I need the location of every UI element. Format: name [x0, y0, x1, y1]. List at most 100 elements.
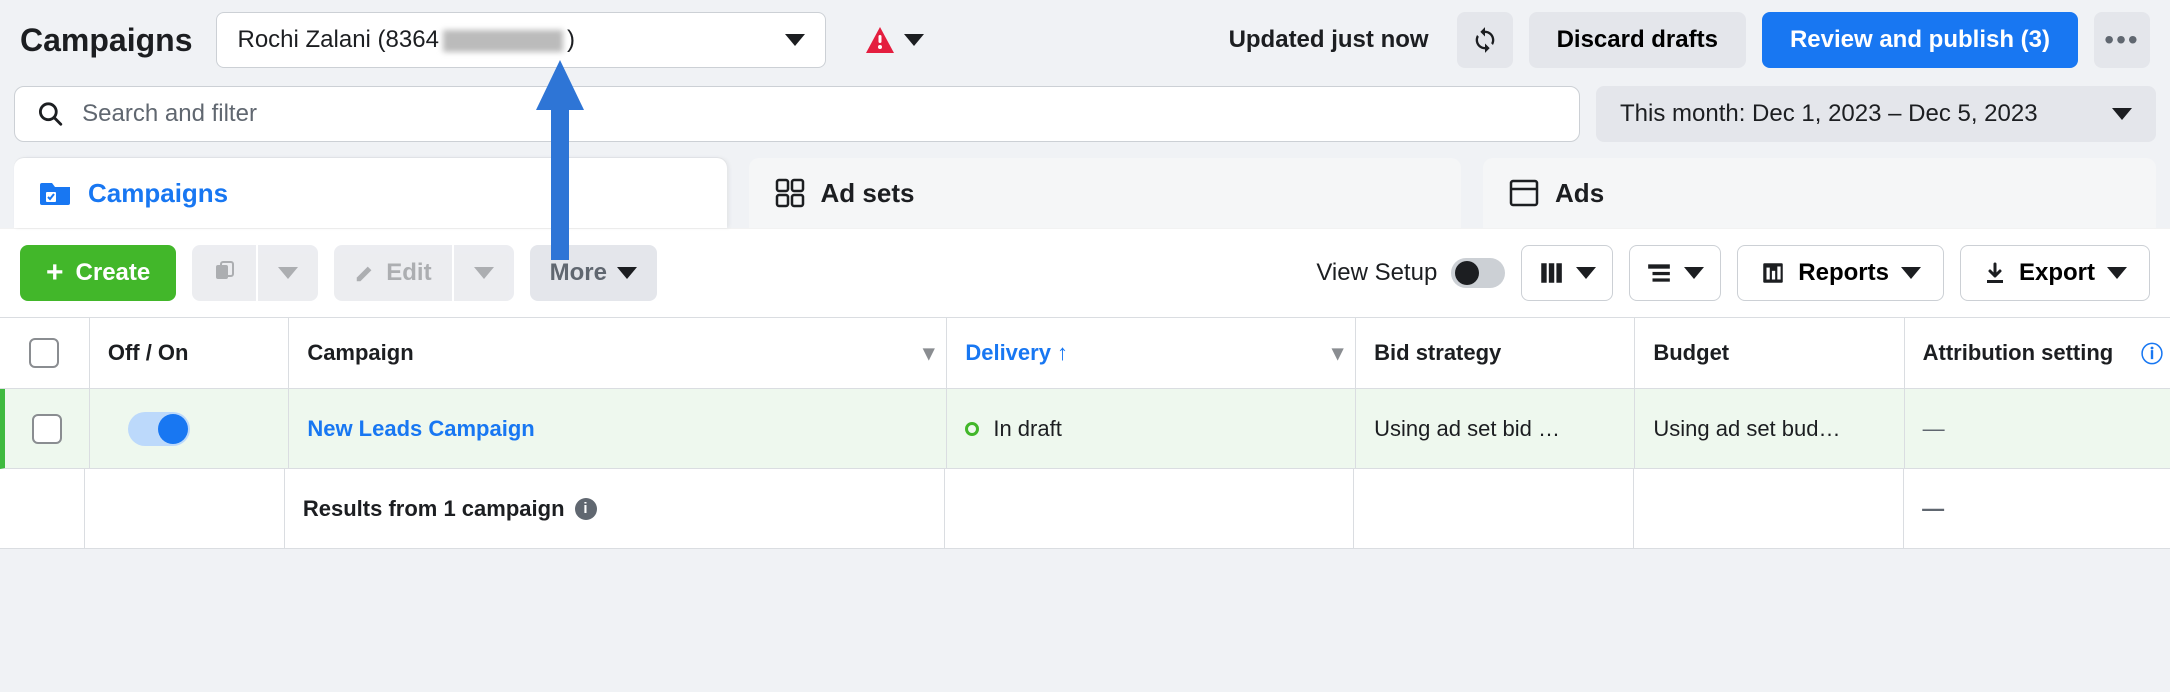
- more-label: More: [550, 259, 607, 287]
- footer-results: Results from 1 campaign i: [285, 469, 945, 548]
- chevron-down-icon: [278, 267, 298, 279]
- chevron-down-icon: [1684, 267, 1704, 279]
- columns-icon: [1538, 260, 1564, 286]
- warning-indicator[interactable]: [866, 27, 924, 53]
- breakdown-icon: [1646, 260, 1672, 286]
- column-info[interactable]: ⓘ: [2134, 318, 2170, 388]
- ellipsis-icon: •••: [2104, 24, 2139, 56]
- duplicate-dropdown[interactable]: [258, 245, 318, 301]
- row-campaign-cell[interactable]: New Leads Campaign: [289, 389, 947, 468]
- column-label: Delivery: [965, 340, 1051, 366]
- column-campaign[interactable]: Campaign▾: [289, 318, 947, 388]
- search-filter-input-wrap[interactable]: [14, 86, 1580, 142]
- redacted-id: [443, 30, 563, 52]
- tab-ads[interactable]: Ads: [1483, 158, 2156, 228]
- toggle-switch-icon: [1451, 258, 1505, 288]
- plus-icon: +: [46, 258, 64, 288]
- status-dot-icon: [965, 422, 979, 436]
- chevron-down-icon: [1901, 267, 1921, 279]
- reports-button[interactable]: Reports: [1737, 245, 1944, 301]
- results-text: Results from 1 campaign: [303, 496, 565, 522]
- tab-adsets[interactable]: Ad sets: [749, 158, 1462, 228]
- row-delivery-cell: In draft: [947, 389, 1356, 468]
- toggle-on-icon: [128, 412, 190, 446]
- table-row[interactable]: New Leads Campaign In draft Using ad set…: [0, 389, 2170, 469]
- column-label: Campaign: [307, 340, 413, 366]
- footer-attribution: —: [1904, 469, 2134, 548]
- dash-text: —: [1922, 496, 1944, 522]
- discard-drafts-button[interactable]: Discard drafts: [1529, 12, 1746, 68]
- row-info-cell: [2134, 389, 2170, 468]
- footer-blank: [85, 469, 285, 548]
- row-checkbox-cell[interactable]: [5, 389, 90, 468]
- last-updated-text: Updated just now: [1229, 26, 1429, 54]
- edit-label: Edit: [386, 259, 431, 287]
- chevron-down-icon: [617, 267, 637, 279]
- date-range-label: This month: Dec 1, 2023 – Dec 5, 2023: [1620, 100, 2038, 128]
- row-bid-cell: Using ad set bid …: [1356, 389, 1635, 468]
- chevron-down-icon: [474, 267, 494, 279]
- view-setup-toggle[interactable]: View Setup: [1316, 258, 1505, 288]
- column-budget[interactable]: Budget: [1635, 318, 1904, 388]
- pencil-icon: [354, 262, 376, 284]
- folder-icon: [40, 179, 72, 207]
- row-toggle-cell[interactable]: [90, 389, 289, 468]
- table-footer-row: Results from 1 campaign i —: [0, 469, 2170, 549]
- account-name: Rochi Zalani (8364): [237, 26, 574, 54]
- tab-label: Ads: [1555, 178, 1604, 209]
- review-publish-button[interactable]: Review and publish (3): [1762, 12, 2078, 68]
- info-icon[interactable]: i: [575, 498, 597, 520]
- checkbox-icon: [32, 414, 62, 444]
- edit-dropdown[interactable]: [454, 245, 514, 301]
- create-label: Create: [76, 259, 151, 287]
- dash-text: —: [1923, 416, 1945, 442]
- refresh-icon: [1471, 26, 1499, 54]
- footer-blank: [945, 469, 1355, 548]
- table-header-row: Off / On Campaign▾ Delivery↑ ▾ Bid strate…: [0, 317, 2170, 389]
- tab-campaigns[interactable]: Campaigns: [14, 158, 727, 228]
- window-icon: [1509, 179, 1539, 207]
- account-selector-dropdown[interactable]: Rochi Zalani (8364): [216, 12, 826, 68]
- campaign-name-link[interactable]: New Leads Campaign: [307, 416, 534, 442]
- more-options-button[interactable]: •••: [2094, 12, 2150, 68]
- footer-blank: [1354, 469, 1634, 548]
- columns-button[interactable]: [1521, 245, 1613, 301]
- column-bid-strategy[interactable]: Bid strategy: [1356, 318, 1635, 388]
- export-button[interactable]: Export: [1960, 245, 2150, 301]
- chevron-down-icon: [2107, 267, 2127, 279]
- breakdown-button[interactable]: [1629, 245, 1721, 301]
- column-off-on[interactable]: Off / On: [90, 318, 289, 388]
- export-label: Export: [2019, 259, 2095, 287]
- tab-label: Campaigns: [88, 178, 228, 209]
- download-icon: [1983, 261, 2007, 285]
- date-range-dropdown[interactable]: This month: Dec 1, 2023 – Dec 5, 2023: [1596, 86, 2156, 142]
- sort-caret-icon: ▾: [1332, 340, 1343, 366]
- column-delivery[interactable]: Delivery↑ ▾: [947, 318, 1356, 388]
- info-icon: ⓘ: [2141, 337, 2163, 369]
- duplicate-button[interactable]: [192, 245, 256, 301]
- sort-ascending-icon: ↑: [1057, 340, 1068, 366]
- copy-icon: [212, 261, 236, 285]
- column-checkbox[interactable]: [0, 318, 90, 388]
- search-input[interactable]: [82, 100, 1557, 128]
- tab-label: Ad sets: [821, 178, 915, 209]
- page-title: Campaigns: [20, 22, 192, 59]
- more-button[interactable]: More: [530, 245, 657, 301]
- grid-icon: [775, 178, 805, 208]
- reports-label: Reports: [1798, 259, 1889, 287]
- checkbox-icon: [29, 338, 59, 368]
- account-name-prefix: Rochi Zalani (8364: [237, 26, 438, 53]
- create-button[interactable]: + Create: [20, 245, 176, 301]
- row-attribution-cell: —: [1905, 389, 2134, 468]
- chevron-down-icon: [1576, 267, 1596, 279]
- column-attribution[interactable]: Attribution setting: [1905, 318, 2134, 388]
- view-setup-label: View Setup: [1316, 259, 1437, 287]
- footer-blank: [0, 469, 85, 548]
- chevron-down-icon: [785, 34, 805, 46]
- footer-blank: [2134, 469, 2170, 548]
- chevron-down-icon: [904, 34, 924, 46]
- account-name-suffix: ): [567, 26, 575, 53]
- refresh-button[interactable]: [1457, 12, 1513, 68]
- search-icon: [37, 100, 64, 128]
- edit-button[interactable]: Edit: [334, 245, 451, 301]
